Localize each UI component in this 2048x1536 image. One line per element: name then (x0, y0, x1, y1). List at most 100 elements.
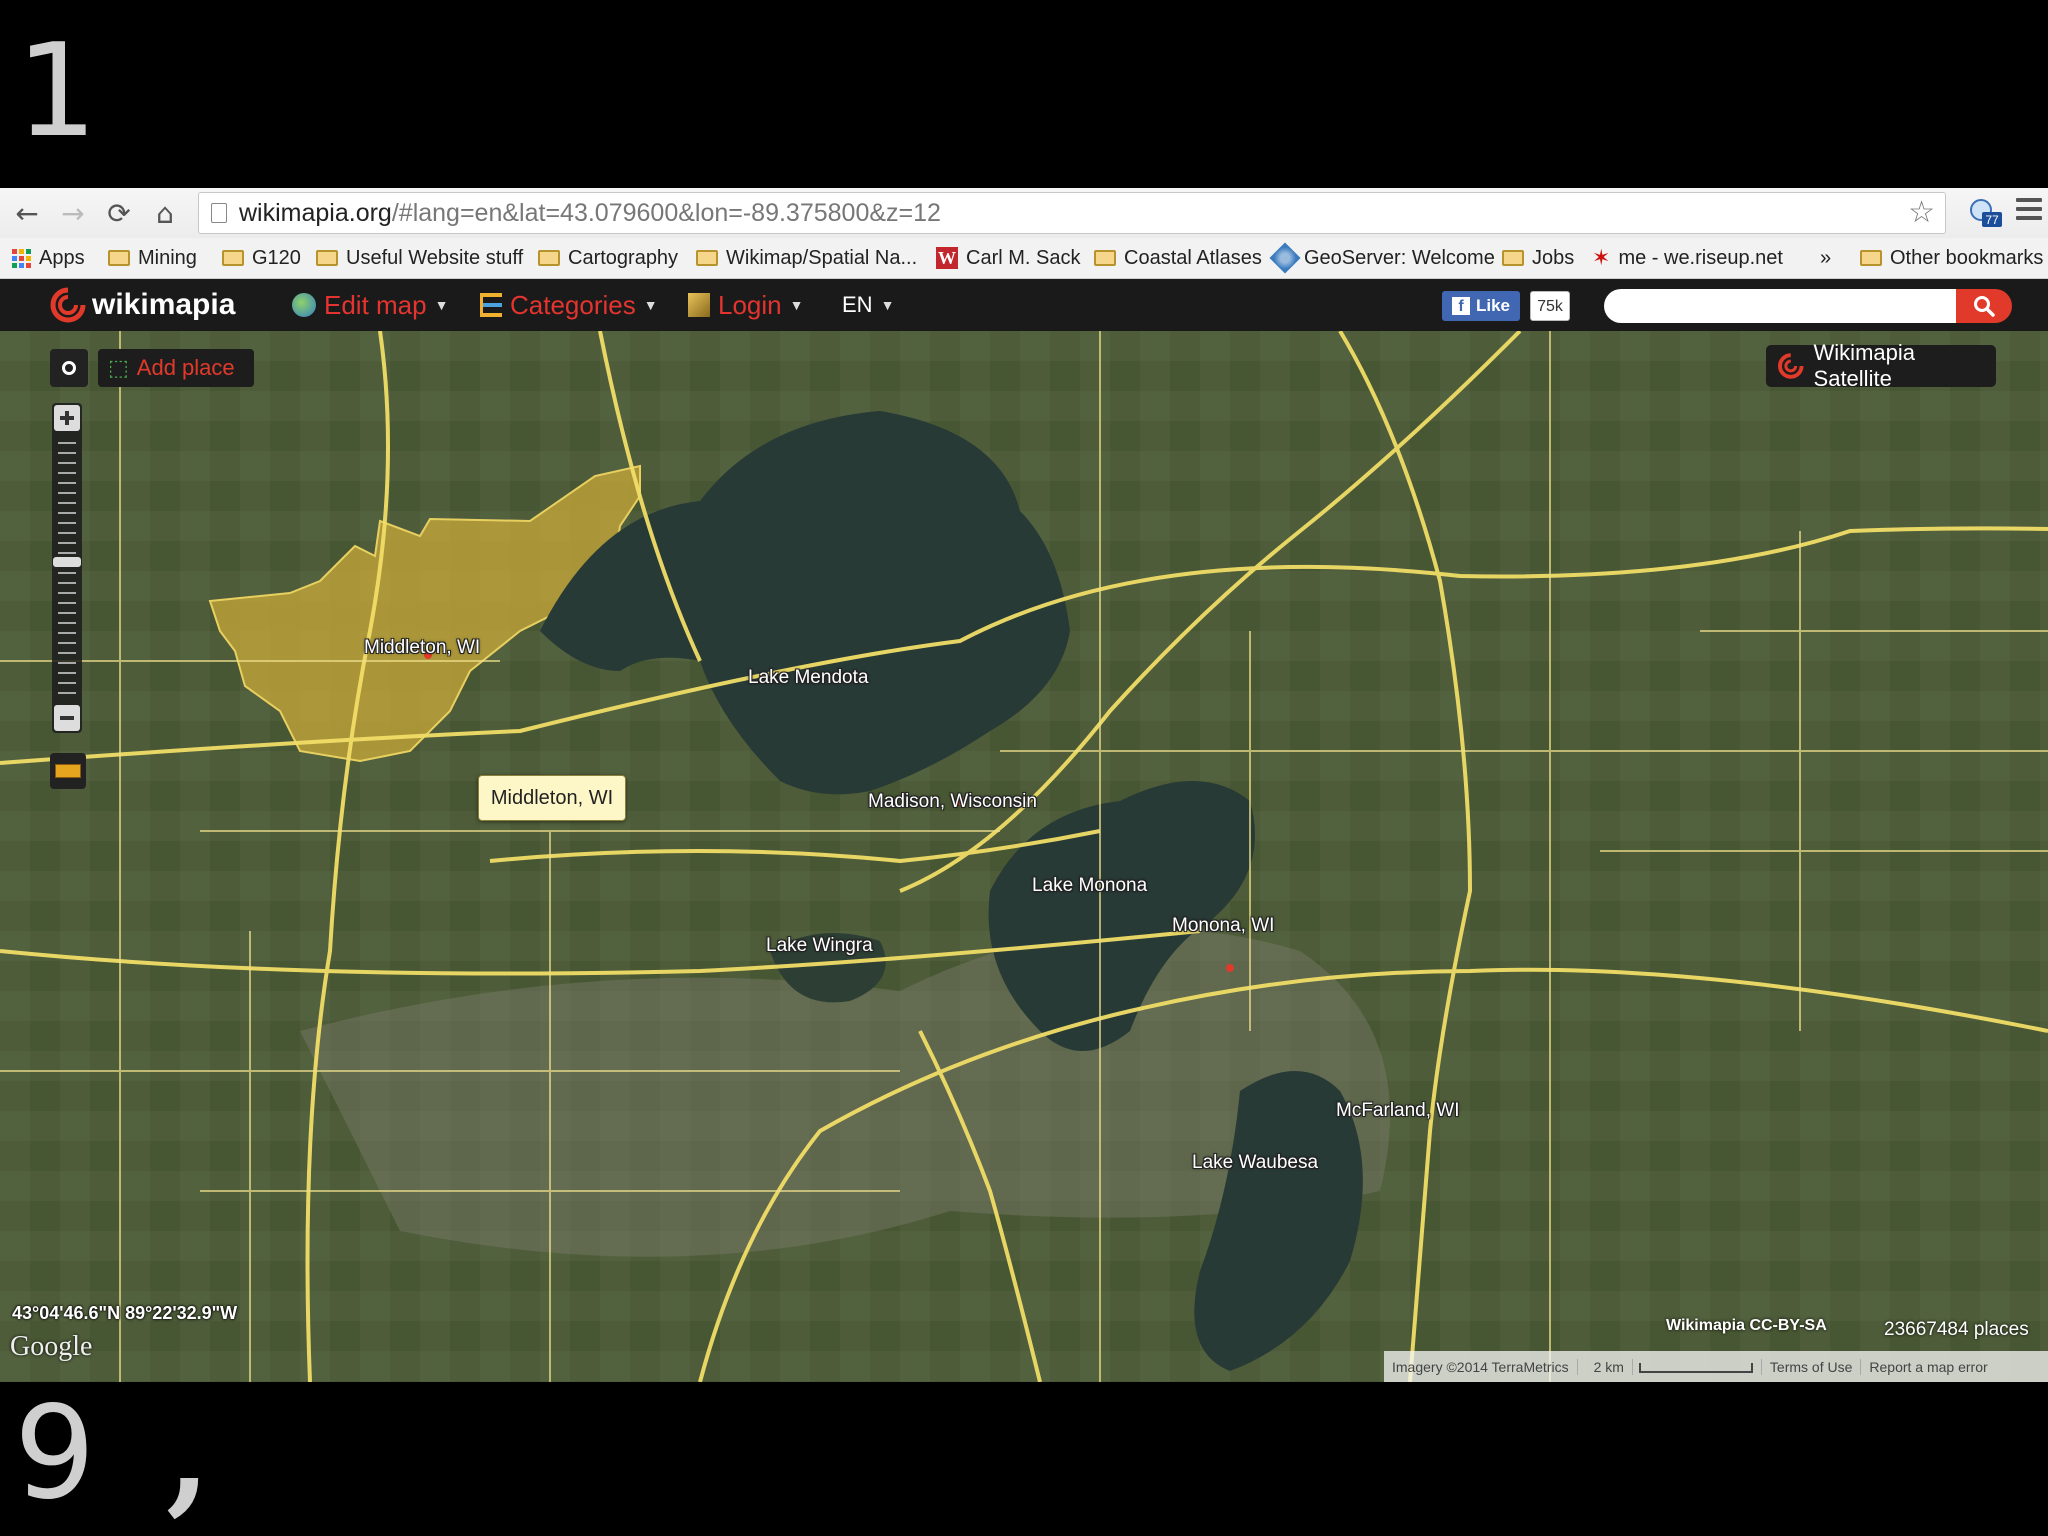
place-tooltip: Middleton, WI (478, 775, 626, 821)
facebook-like-button[interactable]: f Like (1442, 291, 1520, 321)
bookmark-label: Cartography (568, 247, 679, 269)
bookmark-geoserver[interactable]: GeoServer: Welcome (1269, 238, 1495, 278)
zoom-handle (53, 557, 81, 567)
bookmark-g120[interactable]: G120 (222, 238, 301, 278)
imagery-credit: Imagery ©2014 TerraMetrics (1384, 1358, 1578, 1375)
bookmark-label: Jobs (1532, 247, 1575, 269)
bookmark-label: Carl M. Sack (966, 247, 1081, 269)
folder-icon (1502, 250, 1524, 266)
url-domain: wikimapia.org (239, 199, 392, 227)
back-arrow-icon[interactable]: ← (10, 196, 44, 230)
bookmark-star-icon[interactable]: ☆ (1908, 193, 1935, 233)
categories-label: Categories (510, 290, 636, 320)
add-place-icon: ⬚ (108, 355, 129, 380)
bookmark-riseup[interactable]: ✶ me - we.riseup.net (1592, 238, 1783, 278)
address-bar[interactable]: wikimapia.org/#lang=en&lat=43.079600&lon… (198, 192, 1946, 234)
apps-grid-icon (12, 248, 31, 268)
chevron-down-icon: ▼ (789, 297, 804, 313)
home-icon[interactable]: ⌂ (148, 196, 182, 230)
url-text: wikimapia.org/#lang=en&lat=43.079600&lon… (239, 193, 941, 233)
bookmark-useful-website-stuff[interactable]: Useful Website stuff (316, 238, 523, 278)
edit-map-menu[interactable]: Edit map ▼ (292, 279, 448, 331)
search-icon (1974, 296, 1995, 317)
bookmark-other[interactable]: Other bookmarks (1860, 238, 2043, 278)
search-input[interactable] (1604, 289, 1956, 323)
bookmark-label: » (1820, 247, 1832, 269)
url-path: /#lang=en&lat=43.079600&lon=-89.375800&z… (391, 199, 941, 227)
bookmark-cartography[interactable]: Cartography (538, 238, 678, 278)
edit-map-label: Edit map (324, 290, 427, 320)
cursor-coordinates: 43°04'46.6"N 89°22'32.9"W (12, 1303, 238, 1323)
report-error-link[interactable]: Report a map error (1861, 1359, 1995, 1375)
satellite-map (0, 331, 2048, 1382)
bookmark-wikimap-spatial[interactable]: Wikimap/Spatial Na... (696, 238, 917, 278)
ruler-button[interactable] (50, 753, 86, 789)
label-lake-mendota[interactable]: Lake Mendota (748, 667, 868, 689)
facebook-like-label: Like (1475, 296, 1511, 315)
bookmark-label: Mining (138, 247, 197, 269)
language-menu[interactable]: EN ▼ (842, 279, 894, 331)
places-count: 23667484 places (1884, 1319, 2029, 1340)
slide-number-bottom: 9 (14, 1379, 96, 1528)
google-logo[interactable]: Google (10, 1331, 92, 1363)
bookmark-coastal-atlases[interactable]: Coastal Atlases (1094, 238, 1262, 278)
folder-icon (538, 250, 560, 266)
terms-link[interactable]: Terms of Use (1762, 1358, 1862, 1375)
language-label: EN (842, 292, 873, 317)
target-icon (62, 361, 76, 375)
w-logo-icon: W (936, 247, 958, 269)
license-attribution[interactable]: Wikimapia CC-BY-SA (1666, 1317, 1827, 1335)
bookmark-label: Apps (39, 247, 85, 269)
reload-icon[interactable]: ⟳ (102, 196, 136, 230)
zoom-slider[interactable] (52, 403, 82, 733)
wikimapia-logo[interactable]: wikimapia (50, 285, 235, 325)
add-place-label: Add place (136, 355, 235, 380)
search-button[interactable] (1956, 289, 2012, 323)
folder-icon (1860, 250, 1882, 266)
chrome-menu-icon[interactable] (2016, 198, 2042, 222)
bookmark-label: Coastal Atlases (1124, 247, 1262, 269)
bookmark-apps[interactable]: Apps (12, 238, 85, 278)
label-middleton[interactable]: Middleton, WI (364, 637, 480, 659)
add-place-button[interactable]: ⬚ Add place (98, 349, 254, 387)
login-menu[interactable]: Login ▼ (688, 279, 803, 331)
login-label: Login (718, 290, 782, 320)
folder-icon (222, 250, 244, 266)
label-monona[interactable]: Monona, WI (1172, 915, 1274, 937)
browser-window: ← → ⟳ ⌂ wikimapia.org/#lang=en&lat=43.07… (0, 188, 2048, 1382)
label-mcfarland[interactable]: McFarland, WI (1336, 1100, 1460, 1122)
bookmark-label: me - we.riseup.net (1618, 247, 1783, 269)
map-canvas[interactable]: Middleton, WI Lake Mendota Madison, Wisc… (0, 331, 2048, 1382)
label-lake-wingra[interactable]: Lake Wingra (766, 935, 873, 957)
bookmark-overflow[interactable]: » (1820, 238, 1831, 278)
slide-number-top: 1 (16, 17, 98, 166)
map-footer: Imagery ©2014 TerraMetrics 2 km Terms of… (1384, 1351, 2048, 1382)
categories-icon (480, 293, 502, 317)
chevron-down-icon: ▼ (643, 297, 658, 313)
bookmark-jobs[interactable]: Jobs (1502, 238, 1574, 278)
label-madison[interactable]: Madison, Wisconsin (868, 791, 1037, 813)
wikimapia-logo-text: wikimapia (92, 288, 236, 321)
extension-icon[interactable]: 77 (1968, 198, 2002, 228)
bookmark-label: GeoServer: Welcome (1304, 247, 1495, 269)
wikimapia-logo-icon (50, 287, 86, 323)
folder-icon (108, 250, 130, 266)
folder-icon (316, 250, 338, 266)
bookmark-label: Useful Website stuff (346, 247, 524, 269)
scale-control[interactable]: 2 km (1578, 1358, 1762, 1375)
bookmark-label: G120 (252, 247, 301, 269)
bookmark-mining[interactable]: Mining (108, 238, 197, 278)
categories-menu[interactable]: Categories ▼ (480, 279, 658, 331)
monona-marker (1226, 964, 1234, 972)
forward-arrow-icon[interactable]: → (56, 196, 90, 230)
browser-toolbar: ← → ⟳ ⌂ wikimapia.org/#lang=en&lat=43.07… (0, 188, 2048, 238)
locate-button[interactable] (50, 349, 88, 387)
label-lake-monona[interactable]: Lake Monona (1032, 875, 1147, 897)
label-lake-waubesa[interactable]: Lake Waubesa (1192, 1152, 1318, 1174)
scale-bar (1638, 1362, 1753, 1373)
page-icon (211, 203, 227, 223)
folder-icon (696, 250, 718, 266)
bookmark-carl-sack[interactable]: W Carl M. Sack (936, 238, 1080, 278)
wikimapia-logo-icon (1778, 353, 1804, 379)
layer-switch-button[interactable]: Wikimapia Satellite (1766, 340, 1996, 391)
